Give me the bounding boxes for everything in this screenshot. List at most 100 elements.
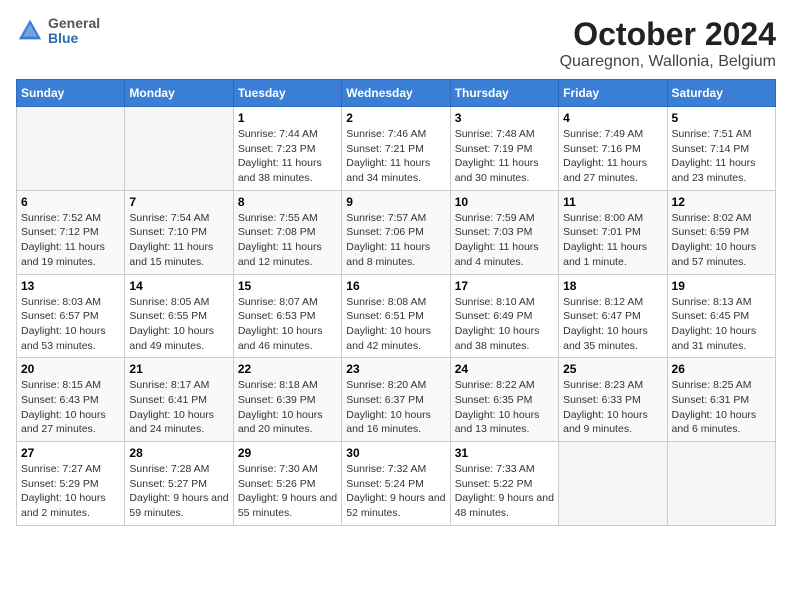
day-number: 24: [455, 362, 554, 376]
calendar-cell: 11Sunrise: 8:00 AM Sunset: 7:01 PM Dayli…: [559, 190, 667, 274]
day-number: 14: [129, 279, 228, 293]
calendar-cell: 5 Sunrise: 7:51 AM Sunset: 7:14 PM Daylig…: [667, 107, 775, 191]
page-header: General Blue October 2024 Quaregnon, Wal…: [16, 16, 776, 71]
logo-line2: Blue: [48, 31, 100, 46]
day-detail: Sunrise: 7:59 AM Sunset: 7:03 PM Dayligh…: [455, 211, 554, 270]
day-detail: Sunrise: 7:51 AM Sunset: 7:14 PM Dayligh…: [672, 127, 771, 186]
logo-line1: General: [48, 16, 100, 31]
calendar-cell: 19Sunrise: 8:13 AM Sunset: 6:45 PM Dayli…: [667, 274, 775, 358]
day-number: 23: [346, 362, 445, 376]
calendar-cell: 20 Sunrise: 8:15 AM Sunset: 6:43 PM Dayli…: [17, 358, 125, 442]
day-number: 20: [21, 362, 120, 376]
day-detail: Sunrise: 8:18 AM Sunset: 6:39 PM Dayligh…: [238, 378, 337, 437]
day-number: 25: [563, 362, 662, 376]
day-detail: Sunrise: 7:52 AM Sunset: 7:12 PM Dayligh…: [21, 211, 120, 270]
day-detail: Sunrise: 8:22 AM Sunset: 6:35 PM Dayligh…: [455, 378, 554, 437]
day-detail: Sunrise: 8:15 AM Sunset: 6:43 PM Dayligh…: [21, 378, 120, 437]
calendar-cell: 22Sunrise: 8:18 AM Sunset: 6:39 PM Dayli…: [233, 358, 341, 442]
calendar-cell: [559, 442, 667, 526]
day-detail: Sunrise: 8:05 AM Sunset: 6:55 PM Dayligh…: [129, 295, 228, 354]
calendar-cell: [125, 107, 233, 191]
day-number: 6: [21, 195, 120, 209]
logo: General Blue: [16, 16, 100, 47]
calendar-cell: 25 Sunrise: 8:23 AM Sunset: 6:33 PM Dayli…: [559, 358, 667, 442]
calendar-cell: 12Sunrise: 8:02 AM Sunset: 6:59 PM Dayli…: [667, 190, 775, 274]
day-detail: Sunrise: 7:44 AM Sunset: 7:23 PM Dayligh…: [238, 127, 337, 186]
column-header-friday: Friday: [559, 80, 667, 107]
calendar-cell: 4 Sunrise: 7:49 AM Sunset: 7:16 PM Daylig…: [559, 107, 667, 191]
calendar-cell: 3 Sunrise: 7:48 AM Sunset: 7:19 PM Daylig…: [450, 107, 558, 191]
day-detail: Sunrise: 7:32 AM Sunset: 5:24 PM Dayligh…: [346, 462, 445, 521]
week-row-2: 6 Sunrise: 7:52 AM Sunset: 7:12 PM Daylig…: [17, 190, 776, 274]
day-detail: Sunrise: 7:33 AM Sunset: 5:22 PM Dayligh…: [455, 462, 554, 521]
calendar-table: SundayMondayTuesdayWednesdayThursdayFrid…: [16, 79, 776, 526]
title-block: October 2024 Quaregnon, Wallonia, Belgiu…: [560, 16, 776, 71]
day-detail: Sunrise: 8:20 AM Sunset: 6:37 PM Dayligh…: [346, 378, 445, 437]
calendar-title: October 2024: [560, 16, 776, 53]
column-header-tuesday: Tuesday: [233, 80, 341, 107]
day-number: 26: [672, 362, 771, 376]
day-number: 7: [129, 195, 228, 209]
day-number: 27: [21, 446, 120, 460]
day-detail: Sunrise: 7:28 AM Sunset: 5:27 PM Dayligh…: [129, 462, 228, 521]
header-row: SundayMondayTuesdayWednesdayThursdayFrid…: [17, 80, 776, 107]
day-number: 28: [129, 446, 228, 460]
logo-text: General Blue: [48, 16, 100, 47]
calendar-cell: 10 Sunrise: 7:59 AM Sunset: 7:03 PM Dayli…: [450, 190, 558, 274]
day-detail: Sunrise: 7:54 AM Sunset: 7:10 PM Dayligh…: [129, 211, 228, 270]
day-detail: Sunrise: 7:57 AM Sunset: 7:06 PM Dayligh…: [346, 211, 445, 270]
day-detail: Sunrise: 7:55 AM Sunset: 7:08 PM Dayligh…: [238, 211, 337, 270]
calendar-cell: 17 Sunrise: 8:10 AM Sunset: 6:49 PM Dayli…: [450, 274, 558, 358]
day-number: 21: [129, 362, 228, 376]
day-number: 12: [672, 195, 771, 209]
calendar-cell: 21 Sunrise: 8:17 AM Sunset: 6:41 PM Dayli…: [125, 358, 233, 442]
day-number: 29: [238, 446, 337, 460]
day-detail: Sunrise: 8:25 AM Sunset: 6:31 PM Dayligh…: [672, 378, 771, 437]
week-row-1: 1 Sunrise: 7:44 AM Sunset: 7:23 PM Daylig…: [17, 107, 776, 191]
day-detail: Sunrise: 8:08 AM Sunset: 6:51 PM Dayligh…: [346, 295, 445, 354]
calendar-cell: 9 Sunrise: 7:57 AM Sunset: 7:06 PM Daylig…: [342, 190, 450, 274]
day-number: 2: [346, 111, 445, 125]
calendar-cell: 28 Sunrise: 7:28 AM Sunset: 5:27 PM Dayli…: [125, 442, 233, 526]
calendar-cell: 27 Sunrise: 7:27 AM Sunset: 5:29 PM Dayli…: [17, 442, 125, 526]
calendar-cell: 15 Sunrise: 8:07 AM Sunset: 6:53 PM Dayli…: [233, 274, 341, 358]
calendar-cell: 23 Sunrise: 8:20 AM Sunset: 6:37 PM Dayli…: [342, 358, 450, 442]
calendar-cell: 1 Sunrise: 7:44 AM Sunset: 7:23 PM Daylig…: [233, 107, 341, 191]
day-number: 1: [238, 111, 337, 125]
day-detail: Sunrise: 8:10 AM Sunset: 6:49 PM Dayligh…: [455, 295, 554, 354]
day-detail: Sunrise: 7:48 AM Sunset: 7:19 PM Dayligh…: [455, 127, 554, 186]
column-header-thursday: Thursday: [450, 80, 558, 107]
week-row-3: 13Sunrise: 8:03 AM Sunset: 6:57 PM Dayli…: [17, 274, 776, 358]
week-row-5: 27 Sunrise: 7:27 AM Sunset: 5:29 PM Dayli…: [17, 442, 776, 526]
day-detail: Sunrise: 7:30 AM Sunset: 5:26 PM Dayligh…: [238, 462, 337, 521]
day-detail: Sunrise: 8:07 AM Sunset: 6:53 PM Dayligh…: [238, 295, 337, 354]
day-detail: Sunrise: 8:12 AM Sunset: 6:47 PM Dayligh…: [563, 295, 662, 354]
day-detail: Sunrise: 7:27 AM Sunset: 5:29 PM Dayligh…: [21, 462, 120, 521]
day-detail: Sunrise: 8:23 AM Sunset: 6:33 PM Dayligh…: [563, 378, 662, 437]
day-number: 19: [672, 279, 771, 293]
calendar-cell: 6 Sunrise: 7:52 AM Sunset: 7:12 PM Daylig…: [17, 190, 125, 274]
day-number: 31: [455, 446, 554, 460]
day-number: 30: [346, 446, 445, 460]
calendar-cell: 7 Sunrise: 7:54 AM Sunset: 7:10 PM Daylig…: [125, 190, 233, 274]
day-detail: Sunrise: 7:49 AM Sunset: 7:16 PM Dayligh…: [563, 127, 662, 186]
day-number: 4: [563, 111, 662, 125]
calendar-cell: 30 Sunrise: 7:32 AM Sunset: 5:24 PM Dayli…: [342, 442, 450, 526]
calendar-subtitle: Quaregnon, Wallonia, Belgium: [560, 53, 776, 71]
calendar-cell: [667, 442, 775, 526]
calendar-cell: [17, 107, 125, 191]
day-detail: Sunrise: 8:03 AM Sunset: 6:57 PM Dayligh…: [21, 295, 120, 354]
calendar-cell: 14 Sunrise: 8:05 AM Sunset: 6:55 PM Dayli…: [125, 274, 233, 358]
day-number: 15: [238, 279, 337, 293]
day-number: 11: [563, 195, 662, 209]
column-header-sunday: Sunday: [17, 80, 125, 107]
day-number: 3: [455, 111, 554, 125]
day-number: 9: [346, 195, 445, 209]
column-header-monday: Monday: [125, 80, 233, 107]
day-number: 8: [238, 195, 337, 209]
day-number: 17: [455, 279, 554, 293]
day-number: 10: [455, 195, 554, 209]
day-number: 5: [672, 111, 771, 125]
calendar-cell: 18Sunrise: 8:12 AM Sunset: 6:47 PM Dayli…: [559, 274, 667, 358]
day-detail: Sunrise: 8:17 AM Sunset: 6:41 PM Dayligh…: [129, 378, 228, 437]
